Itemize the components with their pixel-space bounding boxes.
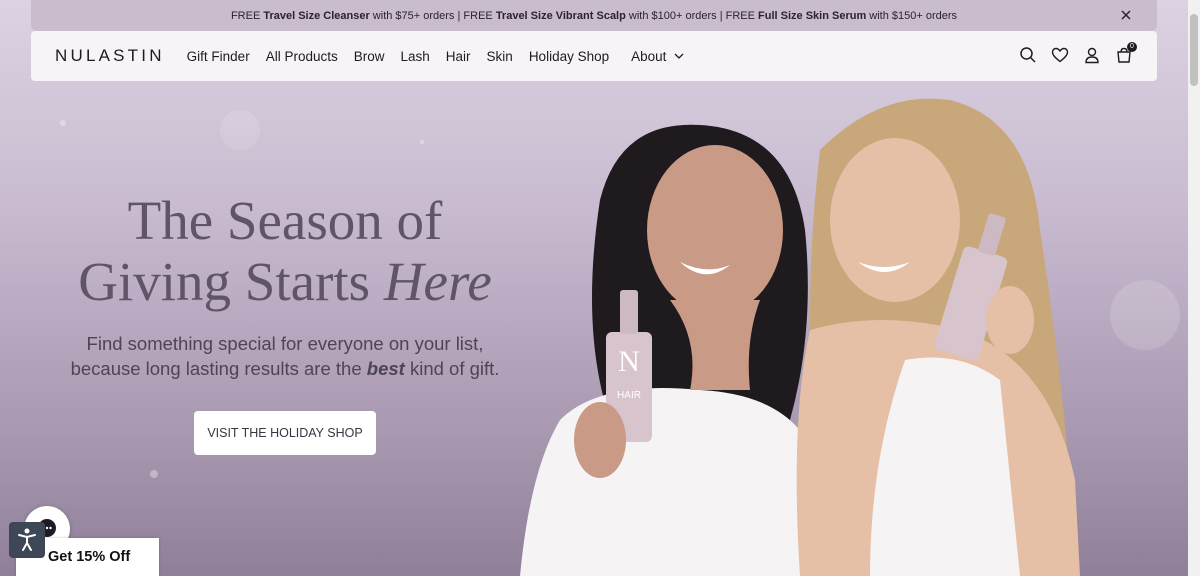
search-icon[interactable] [1019, 46, 1037, 64]
bottle-label-left: N [618, 345, 640, 378]
chevron-down-icon [674, 53, 684, 59]
page-scrollbar[interactable] [1188, 0, 1200, 576]
nav-about-label: About [631, 48, 667, 64]
cart-icon[interactable]: 0 [1115, 42, 1137, 64]
account-icon[interactable] [1083, 46, 1101, 64]
cart-count-badge: 0 [1127, 42, 1137, 52]
nav-item-lash[interactable]: Lash [401, 49, 430, 64]
visit-holiday-shop-button[interactable]: VISIT THE HOLIDAY SHOP [194, 411, 376, 455]
brand-logo[interactable]: NULASTIN [55, 46, 165, 66]
nav-item-skin[interactable]: Skin [487, 49, 513, 64]
nav-item-brow[interactable]: Brow [354, 49, 385, 64]
sub-line-2: because long lasting results are the bes… [70, 358, 500, 379]
hero-headline: The Season of Giving Starts Here [60, 190, 510, 312]
nav-item-gift-finder[interactable]: Gift Finder [187, 49, 250, 64]
nav-item-hair[interactable]: Hair [446, 49, 471, 64]
hero-subheadline: Find something special for everyone on y… [40, 331, 530, 381]
sub-line-1: Find something special for everyone on y… [86, 333, 484, 354]
scrollbar-thumb[interactable] [1190, 14, 1198, 86]
accessibility-icon[interactable] [9, 522, 45, 558]
main-nav: NULASTIN Gift Finder All Products Brow L… [31, 31, 1157, 81]
announcement-text: FREE Travel Size Cleanser with $75+ orde… [230, 9, 958, 22]
nav-item-about[interactable]: About [631, 49, 684, 64]
close-icon[interactable] [1119, 8, 1133, 22]
headline-line-1: The Season of [127, 190, 443, 251]
headline-line-2: Giving Starts Here [78, 251, 492, 312]
heart-icon[interactable] [1051, 46, 1069, 64]
nav-item-all-products[interactable]: All Products [266, 49, 338, 64]
bottle-label-left-word: HAIR [617, 390, 641, 401]
announcement-bar: FREE Travel Size Cleanser with $75+ orde… [31, 0, 1157, 31]
nav-item-holiday-shop[interactable]: Holiday Shop [529, 49, 609, 64]
